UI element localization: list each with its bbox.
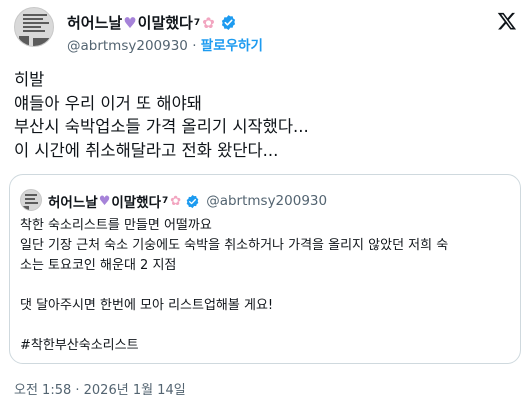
quoted-author[interactable]: 허어느날 ♥ 이말했다 7 ✿ @abrtmsy200930 bbox=[48, 191, 327, 211]
author-name[interactable]: 허어느날 ♥ 이말했다 7 ✿ bbox=[67, 12, 237, 33]
author-handle-line: @abrtmsy200930 · 팔로우하기 bbox=[67, 34, 263, 54]
quoted-name-superscript: 7 bbox=[162, 196, 169, 206]
quoted-tweet[interactable]: 허어느날 ♥ 이말했다 7 ✿ @abrtmsy200930 착한 숙소리스트를… bbox=[9, 174, 521, 364]
quoted-hashtag[interactable]: #착한부산숙소리스트 bbox=[20, 336, 512, 356]
quoted-avatar[interactable] bbox=[20, 189, 42, 211]
tweet-line: 부산시 숙박업소들 가격 올리기 시작했다... bbox=[14, 117, 309, 136]
tweet-line: 이 시간에 취소해달라고 전화 왔단다... bbox=[14, 140, 279, 160]
tweet-line: 얘들아 우리 이거 또 해야돼 bbox=[14, 93, 202, 113]
author-handle[interactable]: @abrtmsy200930 bbox=[67, 38, 188, 54]
quoted-line: 착한 숙소리스트를 만들면 어떨까요 bbox=[20, 218, 212, 233]
verified-badge-icon bbox=[186, 194, 199, 208]
avatar[interactable] bbox=[14, 7, 54, 47]
quoted-line: 일단 기장 근처 숙소 기숭에도 숙박을 취소하거나 가격을 올리지 않았던 저… bbox=[20, 238, 449, 253]
cherry-blossom-icon: ✿ bbox=[170, 193, 182, 209]
purple-heart-icon: ♥ bbox=[98, 193, 111, 209]
tweet-text: 히발 얘들아 우리 이거 또 해야돼 부산시 숙박업소들 가격 올리기 시작했다… bbox=[14, 68, 519, 162]
name-superscript: 7 bbox=[193, 17, 201, 28]
display-name-suffix: 이말했다 bbox=[137, 14, 193, 32]
cherry-blossom-icon: ✿ bbox=[202, 13, 215, 32]
tweet-line: 히발 bbox=[14, 70, 45, 89]
tweet-timestamp[interactable]: 오전 1:58 · 2026년 1월 14일 bbox=[14, 379, 186, 398]
quoted-line: 댓 달아주시면 한번에 모아 리스트업해볼 게요! bbox=[20, 298, 274, 313]
quoted-display-name-suffix: 이말했다 bbox=[111, 195, 162, 211]
quoted-line: 소는 토요코인 해운대 2 지점 bbox=[20, 258, 177, 273]
verified-badge-icon bbox=[221, 15, 235, 30]
display-name: 허어느날 bbox=[67, 14, 123, 32]
separator: · bbox=[192, 38, 197, 54]
quoted-text: 착한 숙소리스트를 만들면 어떨까요 일단 기장 근처 숙소 기숭에도 숙박을 … bbox=[20, 216, 512, 356]
follow-button[interactable]: 팔로우하기 bbox=[201, 38, 263, 54]
tweet-header: 허어느날 ♥ 이말했다 7 ✿ @abrtmsy200930 · 팔로우하기 bbox=[14, 7, 521, 55]
purple-heart-icon: ♥ bbox=[123, 13, 137, 32]
quoted-handle: @abrtmsy200930 bbox=[206, 193, 328, 209]
quoted-display-name: 허어느날 bbox=[48, 195, 98, 211]
x-logo-icon[interactable] bbox=[497, 11, 517, 31]
